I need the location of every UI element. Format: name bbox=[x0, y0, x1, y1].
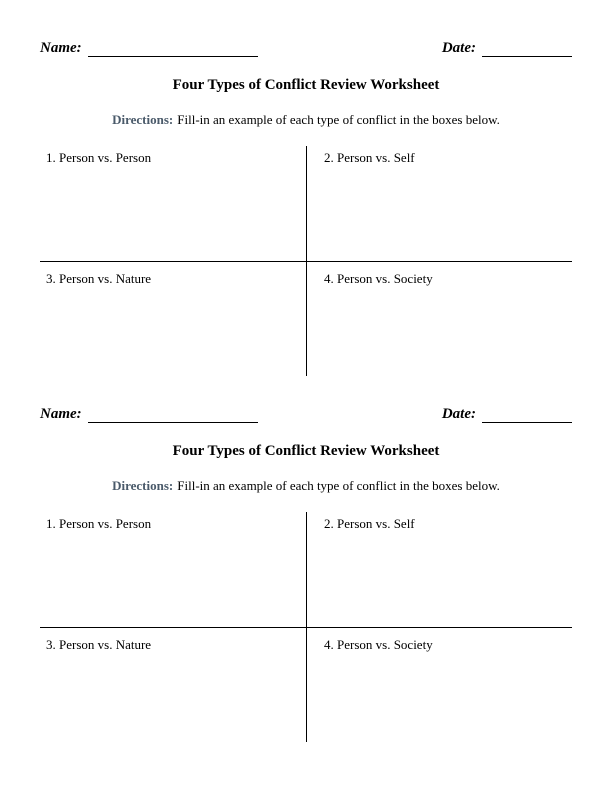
worksheet-copy-1: Name: Date: Four Types of Conflict Revie… bbox=[40, 40, 572, 376]
name-field: Name: bbox=[40, 406, 258, 423]
name-input-line[interactable] bbox=[88, 43, 258, 57]
worksheet-copy-2: Name: Date: Four Types of Conflict Revie… bbox=[40, 406, 572, 742]
date-field: Date: bbox=[442, 40, 572, 57]
cell-person-vs-self[interactable]: 2. Person vs. Self bbox=[306, 146, 572, 261]
date-field: Date: bbox=[442, 406, 572, 423]
name-field: Name: bbox=[40, 40, 258, 57]
date-input-line[interactable] bbox=[482, 409, 572, 423]
name-input-line[interactable] bbox=[88, 409, 258, 423]
cell-person-vs-society[interactable]: 4. Person vs. Society bbox=[306, 627, 572, 742]
worksheet-title: Four Types of Conflict Review Worksheet bbox=[40, 77, 572, 94]
directions-row: Directions: Fill-in an example of each ty… bbox=[40, 478, 572, 494]
cell-person-vs-person[interactable]: 1. Person vs. Person bbox=[40, 512, 306, 627]
directions-label: Directions: bbox=[112, 478, 173, 493]
date-input-line[interactable] bbox=[482, 43, 572, 57]
directions-row: Directions: Fill-in an example of each ty… bbox=[40, 112, 572, 128]
name-label: Name: bbox=[40, 40, 82, 57]
cell-person-vs-society[interactable]: 4. Person vs. Society bbox=[306, 261, 572, 376]
directions-label: Directions: bbox=[112, 112, 173, 127]
cell-person-vs-nature[interactable]: 3. Person vs. Nature bbox=[40, 261, 306, 376]
cell-person-vs-self[interactable]: 2. Person vs. Self bbox=[306, 512, 572, 627]
directions-text: Fill-in an example of each type of confl… bbox=[177, 112, 500, 127]
conflict-grid: 1. Person vs. Person 2. Person vs. Self … bbox=[40, 146, 572, 376]
directions-text: Fill-in an example of each type of confl… bbox=[177, 478, 500, 493]
cell-person-vs-nature[interactable]: 3. Person vs. Nature bbox=[40, 627, 306, 742]
date-label: Date: bbox=[442, 40, 476, 57]
header-row: Name: Date: bbox=[40, 406, 572, 423]
worksheet-title: Four Types of Conflict Review Worksheet bbox=[40, 443, 572, 460]
name-label: Name: bbox=[40, 406, 82, 423]
cell-person-vs-person[interactable]: 1. Person vs. Person bbox=[40, 146, 306, 261]
header-row: Name: Date: bbox=[40, 40, 572, 57]
date-label: Date: bbox=[442, 406, 476, 423]
conflict-grid: 1. Person vs. Person 2. Person vs. Self … bbox=[40, 512, 572, 742]
